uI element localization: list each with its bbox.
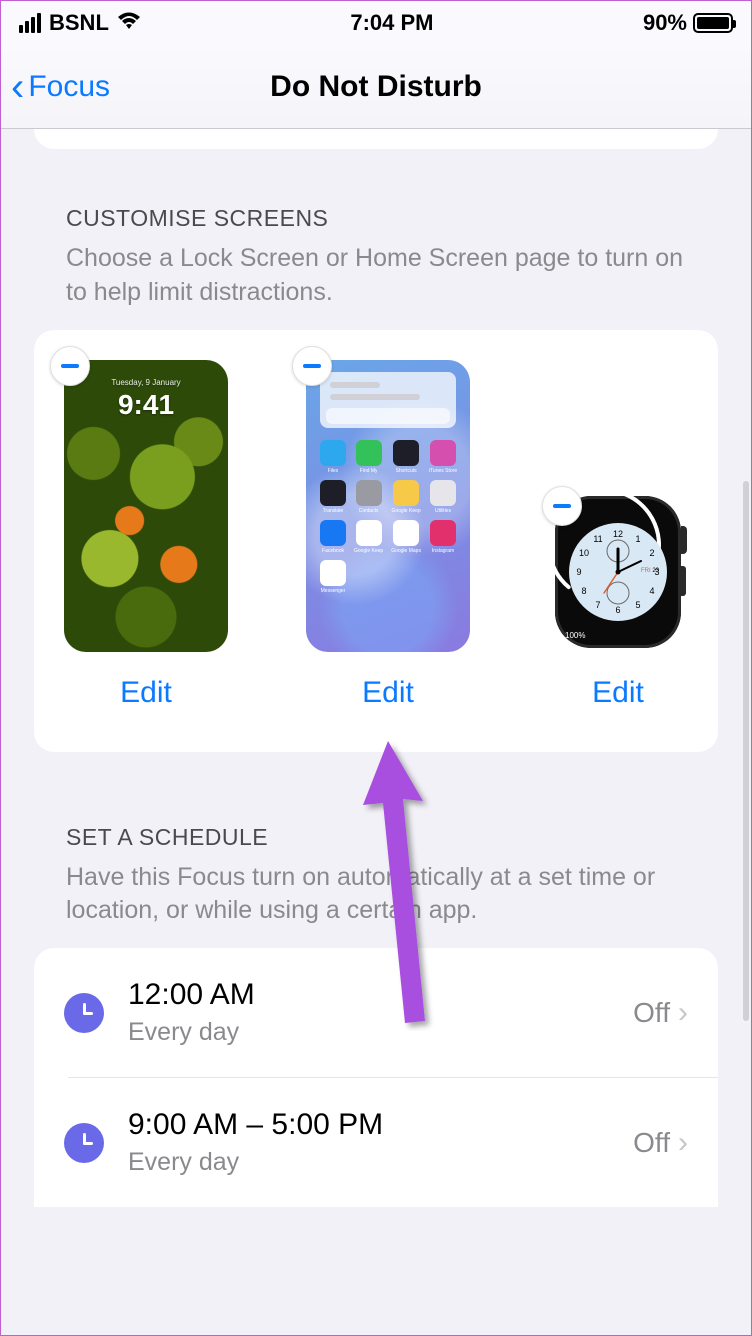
battery-percent: 90%	[643, 10, 687, 36]
status-bar: BSNL 7:04 PM 90%	[1, 1, 751, 45]
watch-battery-label: 100%	[565, 631, 585, 640]
watch-column: 1212 345 678 91011 100%	[548, 492, 688, 710]
page-title: Do Not Disturb	[1, 70, 751, 104]
back-button[interactable]: ‹ Focus	[1, 70, 110, 104]
svg-text:12: 12	[613, 529, 623, 539]
app-icon: Messenger	[320, 560, 346, 594]
remove-watch-button[interactable]	[542, 486, 582, 526]
schedule-row[interactable]: 12:00 AM Every day Off ›	[68, 948, 718, 1078]
lockscreen-preview[interactable]: Tuesday, 9 January 9:41	[64, 360, 228, 652]
app-icon: Google Maps	[391, 520, 421, 554]
edit-homescreen-button[interactable]: Edit	[362, 676, 414, 710]
svg-text:5: 5	[635, 600, 640, 610]
customise-screens-header: CUSTOMISE SCREENS Choose a Lock Screen o…	[1, 149, 751, 330]
schedule-card: 12:00 AM Every day Off › 9:00 AM – 5:00 …	[34, 948, 718, 1207]
schedule-header: SET A SCHEDULE Have this Focus turn on a…	[1, 752, 751, 949]
previous-card-edge	[34, 129, 718, 149]
app-icon: Files	[320, 440, 346, 474]
widget-stack-icon	[320, 372, 456, 428]
svg-text:11: 11	[593, 534, 602, 544]
svg-text:6: 6	[615, 605, 620, 615]
chevron-right-icon: ›	[678, 996, 688, 1030]
schedule-state: Off	[633, 1127, 670, 1159]
wifi-icon	[117, 10, 141, 36]
schedule-row[interactable]: 9:00 AM – 5:00 PM Every day Off ›	[68, 1078, 718, 1207]
scroll-indicator[interactable]	[743, 481, 749, 1021]
section-heading: CUSTOMISE SCREENS	[66, 205, 686, 232]
app-icon: Google Keep	[391, 480, 421, 514]
nav-bar: ‹ Focus Do Not Disturb	[1, 45, 751, 129]
app-icon: Shortcuts	[391, 440, 421, 474]
remove-homescreen-button[interactable]	[292, 346, 332, 386]
chevron-left-icon: ‹	[11, 75, 24, 99]
status-time: 7:04 PM	[350, 10, 433, 36]
svg-text:4: 4	[649, 586, 654, 596]
app-grid: Files Find My Shortcuts iTunes Store Transla…	[316, 434, 460, 600]
back-label: Focus	[28, 70, 110, 104]
lockscreen-date: Tuesday, 9 January	[64, 378, 228, 387]
schedule-repeat: Every day	[128, 1018, 609, 1047]
watch-side-button-icon	[681, 566, 686, 596]
app-icon: Contacts	[354, 480, 383, 514]
homescreen-preview[interactable]: Files Find My Shortcuts iTunes Store Transla…	[306, 360, 470, 652]
watch-crown-icon	[681, 526, 687, 554]
chevron-right-icon: ›	[678, 1126, 688, 1160]
svg-text:7: 7	[595, 600, 600, 610]
schedule-time: 12:00 AM	[128, 978, 609, 1012]
svg-text:2: 2	[649, 548, 654, 558]
app-icon: Utilities	[429, 480, 457, 514]
app-icon: Facebook	[320, 520, 346, 554]
svg-text:1: 1	[635, 534, 640, 544]
app-icon: Instagram	[429, 520, 457, 554]
app-icon: Translate	[320, 480, 346, 514]
app-icon: Find My	[354, 440, 383, 474]
section-heading: SET A SCHEDULE	[66, 824, 686, 851]
cellular-signal-icon	[19, 13, 41, 33]
edit-lockscreen-button[interactable]: Edit	[120, 676, 172, 710]
schedule-time: 9:00 AM – 5:00 PM	[128, 1108, 609, 1142]
app-icon: Google Keep	[354, 520, 383, 554]
clock-icon	[64, 1123, 104, 1163]
app-icon: iTunes Store	[429, 440, 457, 474]
edit-watch-button[interactable]: Edit	[592, 676, 644, 710]
schedule-repeat: Every day	[128, 1148, 609, 1177]
schedule-state: Off	[633, 997, 670, 1029]
watch-preview[interactable]: 1212 345 678 91011 100%	[548, 492, 688, 652]
lockscreen-time: 9:41	[64, 389, 228, 421]
carrier-label: BSNL	[49, 10, 109, 36]
svg-text:9: 9	[576, 567, 581, 577]
battery-icon	[693, 13, 733, 33]
customise-screens-card: Tuesday, 9 January 9:41 Edit Files Find M…	[34, 330, 718, 752]
svg-text:8: 8	[581, 586, 586, 596]
remove-lockscreen-button[interactable]	[50, 346, 90, 386]
svg-text:10: 10	[579, 548, 589, 558]
section-subtext: Have this Focus turn on automatically at…	[66, 861, 686, 929]
lock-screen-column: Tuesday, 9 January 9:41 Edit	[64, 360, 228, 710]
section-subtext: Choose a Lock Screen or Home Screen page…	[66, 242, 686, 310]
watch-date: FRI 23	[641, 568, 659, 574]
clock-icon	[64, 993, 104, 1033]
home-screen-column: Files Find My Shortcuts iTunes Store Transla…	[306, 360, 470, 710]
